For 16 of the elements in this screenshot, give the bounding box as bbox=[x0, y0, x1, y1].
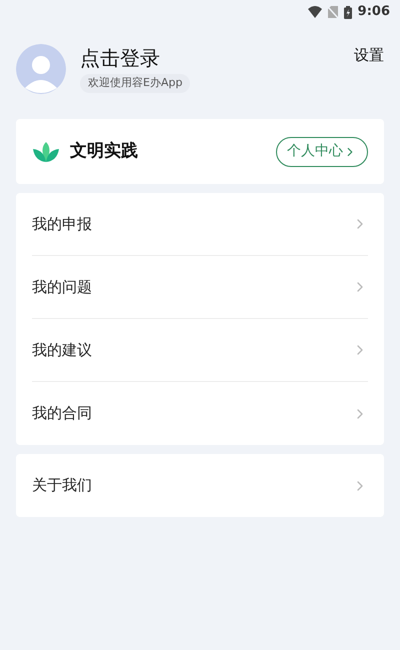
lotus-icon bbox=[32, 140, 60, 164]
menu-item-label[interactable]: 我的问题 bbox=[32, 276, 92, 298]
welcome-badge: 欢迎使用容E办App bbox=[80, 74, 190, 92]
wifi-icon bbox=[308, 6, 322, 18]
login-title[interactable]: 点击登录 bbox=[80, 44, 160, 72]
menu-item-label[interactable]: 我的建议 bbox=[32, 338, 92, 362]
personal-center-button[interactable]: 个人中心 bbox=[276, 136, 368, 166]
avatar-icon[interactable] bbox=[16, 44, 66, 94]
feature-title: 文明实践 bbox=[70, 140, 138, 163]
menu-item-label[interactable]: 我的合同 bbox=[32, 402, 92, 425]
no-sim-icon bbox=[328, 6, 338, 18]
menu-item-label[interactable]: 关于我们 bbox=[32, 474, 92, 497]
status-time: 9:06 bbox=[358, 3, 390, 22]
settings-link[interactable]: 设置 bbox=[354, 44, 384, 66]
battery-icon bbox=[344, 6, 352, 18]
menu-item-label[interactable]: 我的申报 bbox=[32, 212, 92, 236]
